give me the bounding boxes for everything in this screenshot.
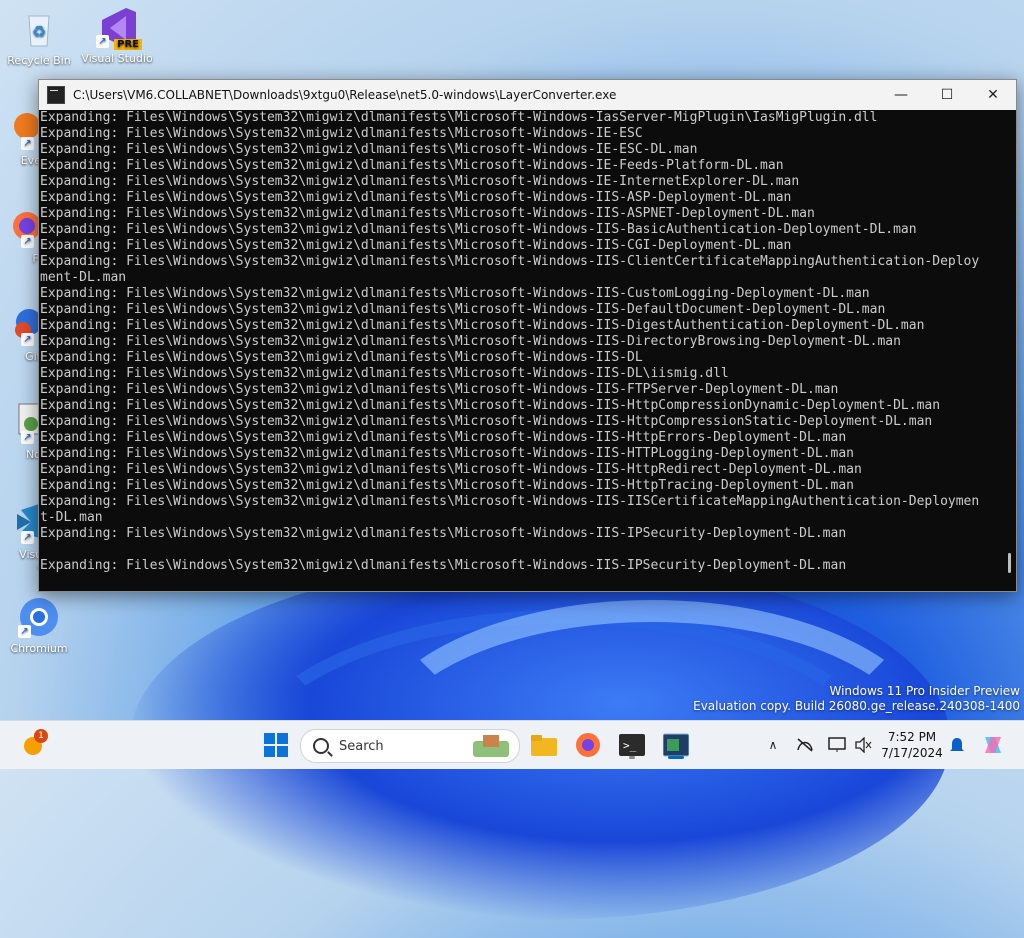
desktop-icon-label: Chromium <box>10 642 68 655</box>
console-app-icon <box>47 86 65 104</box>
console-line: Expanding: Files\Windows\System32\migwiz… <box>40 446 854 461</box>
console-line: Expanding: Files\Windows\System32\migwiz… <box>40 126 643 141</box>
shortcut-arrow-icon: ↗ <box>18 625 31 638</box>
taskbar-terminal[interactable]: >_ <box>616 729 648 761</box>
taskbar-layerconverter[interactable] <box>660 729 692 761</box>
svg-text:♻: ♻ <box>32 22 46 41</box>
widgets-button[interactable]: 1 <box>18 729 50 761</box>
copilot-button[interactable] <box>978 721 1008 769</box>
tray-display[interactable] <box>826 721 848 769</box>
taskbar-firefox[interactable] <box>572 729 604 761</box>
console-line: Expanding: Files\Windows\System32\migwiz… <box>40 398 941 413</box>
console-app-icon <box>663 733 689 757</box>
watermark-line: Windows 11 Pro Insider Preview <box>829 684 1020 698</box>
search-placeholder: Search <box>339 738 384 754</box>
active-indicator <box>668 756 684 759</box>
console-line: Expanding: Files\Windows\System32\migwiz… <box>40 334 901 349</box>
console-line: Expanding: Files\Windows\System32\migwiz… <box>40 558 847 573</box>
desktop-icon-chromium[interactable]: ↗ Chromium <box>1 596 77 655</box>
console-line: Expanding: Files\Windows\System32\migwiz… <box>40 462 862 477</box>
close-button[interactable]: ✕ <box>970 80 1016 110</box>
taskbar-file-explorer[interactable] <box>528 729 560 761</box>
console-line: Expanding: Files\Windows\System32\migwiz… <box>40 366 729 381</box>
console-line: Expanding: Files\Windows\System32\migwiz… <box>40 430 847 445</box>
minimize-button[interactable]: — <box>878 80 924 110</box>
display-icon <box>828 737 846 752</box>
running-indicator <box>629 756 635 759</box>
console-line: Expanding: Files\Windows\System32\migwiz… <box>40 238 792 253</box>
copilot-icon <box>985 737 1001 753</box>
shortcut-arrow-icon: ↗ <box>21 137 34 150</box>
console-line: Expanding: Files\Windows\System32\migwiz… <box>40 206 815 221</box>
console-line: Expanding: Files\Windows\System32\migwiz… <box>40 302 886 317</box>
console-line: Expanding: Files\Windows\System32\migwiz… <box>40 494 980 509</box>
desktop-icon-recycle-bin[interactable]: ♻ Recycle Bin <box>1 8 77 67</box>
console-line: Expanding: Files\Windows\System32\migwiz… <box>40 174 800 189</box>
console-line: Expanding: Files\Windows\System32\migwiz… <box>40 318 925 333</box>
maximize-button[interactable]: ☐ <box>924 80 970 110</box>
folder-icon <box>531 735 557 756</box>
recycle-bin-icon: ♻ <box>18 8 60 50</box>
show-hidden-icons-button[interactable]: ∧ <box>762 721 784 769</box>
chevron-up-icon: ∧ <box>768 738 778 752</box>
taskbar: 1 Search >_ ∧ 7:52 PM 7/17/2024 <box>0 720 1024 769</box>
window-titlebar[interactable]: C:\Users\VM6.COLLABNET\Downloads\9xtgu0\… <box>39 80 1016 110</box>
volume-muted-icon <box>855 737 872 753</box>
terminal-icon: >_ <box>619 734 645 756</box>
scrollbar-thumb[interactable] <box>1008 553 1011 573</box>
search-icon <box>313 738 329 754</box>
desktop-icon-label: Recycle Bin <box>7 54 71 67</box>
console-scrollbar[interactable] <box>1001 110 1016 591</box>
console-output[interactable]: Expanding: Files\Windows\System32\migwiz… <box>39 110 1002 591</box>
tray-volume[interactable] <box>852 721 874 769</box>
windows-watermark: Windows 11 Pro Insider Preview Evaluatio… <box>693 684 1020 714</box>
desktop-icon-label: Visual Studio <box>81 52 153 65</box>
console-window[interactable]: C:\Users\VM6.COLLABNET\Downloads\9xtgu0\… <box>38 79 1017 592</box>
console-line: Expanding: Files\Windows\System32\migwiz… <box>40 110 878 125</box>
clock-time: 7:52 PM <box>887 730 937 744</box>
svg-text:>_: >_ <box>623 739 637 752</box>
shortcut-arrow-icon: ↗ <box>21 531 34 544</box>
notifications-button[interactable] <box>946 721 968 769</box>
console-line: t-DL.man <box>40 510 103 525</box>
desktop-icon-visual-studio[interactable]: PRE ↗ Visual Studio <box>79 6 155 65</box>
shortcut-arrow-icon: ↗ <box>21 235 34 248</box>
console-line: Expanding: Files\Windows\System32\migwiz… <box>40 382 839 397</box>
shortcut-arrow-icon: ↗ <box>21 431 34 444</box>
console-line: Expanding: Files\Windows\System32\migwiz… <box>40 526 847 541</box>
console-line: Expanding: Files\Windows\System32\migwiz… <box>40 222 917 237</box>
console-line: Expanding: Files\Windows\System32\migwiz… <box>40 350 643 365</box>
visual-studio-icon: PRE ↗ <box>96 6 142 50</box>
console-line: Expanding: Files\Windows\System32\migwiz… <box>40 478 854 493</box>
notification-badge: 1 <box>34 729 48 743</box>
firefox-icon <box>576 733 600 757</box>
search-highlight-icon <box>473 735 509 757</box>
window-title: C:\Users\VM6.COLLABNET\Downloads\9xtgu0\… <box>73 88 617 102</box>
console-line: Expanding: Files\Windows\System32\migwiz… <box>40 158 784 173</box>
start-button[interactable] <box>260 729 292 761</box>
console-line: Expanding: Files\Windows\System32\migwiz… <box>40 286 870 301</box>
bell-icon <box>950 738 964 751</box>
console-line: Expanding: Files\Windows\System32\migwiz… <box>40 414 933 429</box>
network-disconnected-icon <box>797 738 813 752</box>
console-line: ment-DL.man <box>40 270 127 285</box>
clock-date: 7/17/2024 <box>881 746 943 760</box>
taskbar-search[interactable]: Search <box>300 729 520 763</box>
watermark-line: Evaluation copy. Build 26080.ge_release.… <box>693 699 1020 713</box>
console-line: Expanding: Files\Windows\System32\migwiz… <box>40 254 980 269</box>
console-line: Expanding: Files\Windows\System32\migwiz… <box>40 142 698 157</box>
console-line: Expanding: Files\Windows\System32\migwiz… <box>40 190 792 205</box>
shortcut-arrow-icon: ↗ <box>21 333 34 346</box>
windows-start-icon <box>264 733 288 757</box>
taskbar-clock[interactable]: 7:52 PM 7/17/2024 <box>874 729 950 761</box>
tray-network[interactable] <box>794 721 816 769</box>
pre-badge: PRE <box>114 39 142 50</box>
shortcut-arrow-icon: ↗ <box>96 35 109 48</box>
chromium-icon: ↗ <box>18 596 60 638</box>
